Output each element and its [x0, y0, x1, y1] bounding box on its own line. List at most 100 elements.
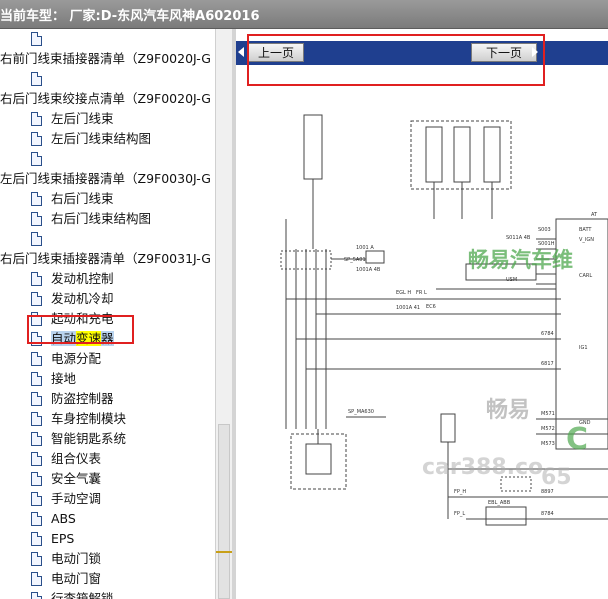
module-pin: BATT: [579, 227, 592, 233]
tree-leaf-item[interactable]: 车身控制模块: [0, 409, 215, 429]
tree-leaf-item[interactable]: 组合仪表: [0, 449, 215, 469]
tree-leaf-item[interactable]: 智能钥匙系统: [0, 429, 215, 449]
wire-label: M571: [541, 411, 555, 417]
tree-group-item[interactable]: 右前门线束插接器清单（Z9F0020J-G: [0, 49, 215, 69]
tree-leaf-item[interactable]: 电源分配: [0, 349, 215, 369]
tree-item-label: 右后门线束: [51, 191, 114, 206]
tree-leaf-item[interactable]: 接地: [0, 369, 215, 389]
tree-item-label: 右前门线束插接器清单（Z9F0020J-G: [0, 51, 211, 66]
tree-leaf-item[interactable]: 发动机冷却: [0, 289, 215, 309]
document-icon: [31, 132, 42, 146]
document-icon: [31, 452, 42, 466]
fuse-box: [303, 114, 323, 180]
tree-leaf-item[interactable]: 电动门窗: [0, 569, 215, 589]
tree-leaf-item[interactable]: 左后门线束结构图: [0, 129, 215, 149]
document-icon: [31, 272, 42, 286]
tree-leaf-item[interactable]: 左后门线束: [0, 109, 215, 129]
module-label: AT: [591, 212, 598, 218]
tree-leaf-item[interactable]: EPS: [0, 529, 215, 549]
watermark-text: 畅易: [486, 398, 530, 423]
document-icon: [31, 392, 42, 406]
tree-leaf-item[interactable]: 发动机控制: [0, 269, 215, 289]
diagram-viewer[interactable]: 上一页 下一页 1001 A 1001A 4B S011A 4B SP_5A01…: [236, 29, 608, 599]
nav-highlight-box: [247, 34, 545, 86]
document-icon: [31, 212, 42, 226]
wire-label: S001H: [538, 241, 555, 247]
tree-leaf-item[interactable]: 防盗控制器: [0, 389, 215, 409]
relay-1: [425, 126, 443, 183]
document-icon: [31, 292, 42, 306]
tree-leaf-item[interactable]: [0, 29, 215, 49]
document-icon: [31, 32, 42, 46]
tree-group-item[interactable]: 右后门线束绞接点清单（Z9F0020J-G: [0, 89, 215, 109]
wiring-diagram: 1001 A 1001A 4B S011A 4B SP_5A01 EGL H F…: [280, 114, 608, 526]
tree-item-label: 防盗控制器: [51, 391, 114, 406]
tree-item-label: 右后门线束绞接点清单（Z9F0020J-G: [0, 91, 211, 106]
wire-label: USM: [506, 277, 517, 283]
watermark-text: 65: [541, 465, 572, 490]
wire-label: SP_5A01: [344, 257, 366, 263]
tree-leaf-item[interactable]: 行李箱解锁: [0, 589, 215, 599]
document-icon: [31, 512, 42, 526]
tree-item-label: 右后门线束插接器清单（Z9F0031J-G: [0, 251, 211, 266]
wire-label: 1001A 4B: [356, 267, 381, 273]
tree-view[interactable]: 右前门线束插接器清单（Z9F0020J-G 右后门线束绞接点清单（Z9F0020J…: [0, 29, 215, 599]
scrollbar-thumb[interactable]: [218, 424, 230, 599]
vehicle-model-text: 当前车型： 厂家:D-东风汽车风神A602016: [0, 9, 260, 24]
tree-item-label: 电动门锁: [51, 551, 102, 566]
tree-item-label: 电动门窗: [51, 571, 102, 586]
document-icon: [31, 112, 42, 126]
tree-leaf-item[interactable]: 手动空调: [0, 489, 215, 509]
wire-label: 6784: [541, 331, 554, 337]
tree-item-label: 左后门线束: [51, 111, 114, 126]
document-icon: [31, 572, 42, 586]
tree-leaf-item[interactable]: ABS: [0, 509, 215, 529]
tree-leaf-item[interactable]: 安全气囊: [0, 469, 215, 489]
document-icon: [31, 492, 42, 506]
module-pin: V_IGN: [579, 237, 594, 243]
tree-item-label: 发动机控制: [51, 271, 114, 286]
prev-arrow-icon[interactable]: [238, 47, 244, 57]
tree-leaf-item[interactable]: 右后门线束: [0, 189, 215, 209]
tree-group-item[interactable]: 右后门线束插接器清单（Z9F0031J-G: [0, 249, 215, 269]
relay-3: [483, 126, 501, 183]
tree-scrollbar[interactable]: [215, 29, 233, 599]
tree-item-label: 发动机冷却: [51, 291, 114, 306]
tree-item-label: 接地: [51, 371, 77, 386]
tree-leaf-item[interactable]: [0, 69, 215, 89]
document-icon: [31, 352, 42, 366]
tree-item-label: 左后门线束结构图: [51, 131, 152, 146]
wire-label: EBL_ABB: [488, 500, 511, 506]
document-icon: [31, 192, 42, 206]
document-icon: [31, 412, 42, 426]
document-icon: [31, 372, 42, 386]
tree-item-label: ABS: [51, 511, 76, 526]
tree-item-label: 组合仪表: [51, 451, 102, 466]
tree-item-label: EPS: [51, 531, 75, 546]
wire-label: 6817: [541, 361, 554, 367]
module-pin: CARL: [579, 273, 592, 279]
watermark-text: 畅易汽车维: [468, 248, 573, 272]
document-icon: [31, 532, 42, 546]
title-bar: 当前车型： 厂家:D-东风汽车风神A602016: [0, 0, 608, 29]
relay-2: [453, 126, 471, 183]
tree-leaf-item[interactable]: 电动门锁: [0, 549, 215, 569]
tree-item-label: 车身控制模块: [51, 411, 127, 426]
document-icon: [31, 432, 42, 446]
tree-leaf-item[interactable]: [0, 149, 215, 169]
wire-label: 1001 A: [356, 245, 374, 251]
tree-group-item[interactable]: 左后门线束插接器清单（Z9F0030J-G: [0, 169, 215, 189]
module-pin: IG1: [579, 345, 588, 351]
wire-label: SP_MA630: [348, 409, 374, 415]
wire-label: FP_H: [454, 489, 466, 495]
tree-item-label: 左后门线束插接器清单（Z9F0030J-G: [0, 171, 211, 186]
tree-item-label: 手动空调: [51, 491, 102, 506]
watermark-text: car388.co: [422, 455, 543, 480]
scrollbar-marker: [216, 551, 233, 553]
tree-leaf-item[interactable]: [0, 229, 215, 249]
wire-label: FR L: [416, 290, 427, 296]
tree-leaf-item[interactable]: 右后门线束结构图: [0, 209, 215, 229]
wire-label: S003: [538, 227, 551, 233]
tree-item-label: 安全气囊: [51, 471, 102, 486]
wire-label: S011A 4B: [506, 235, 531, 241]
